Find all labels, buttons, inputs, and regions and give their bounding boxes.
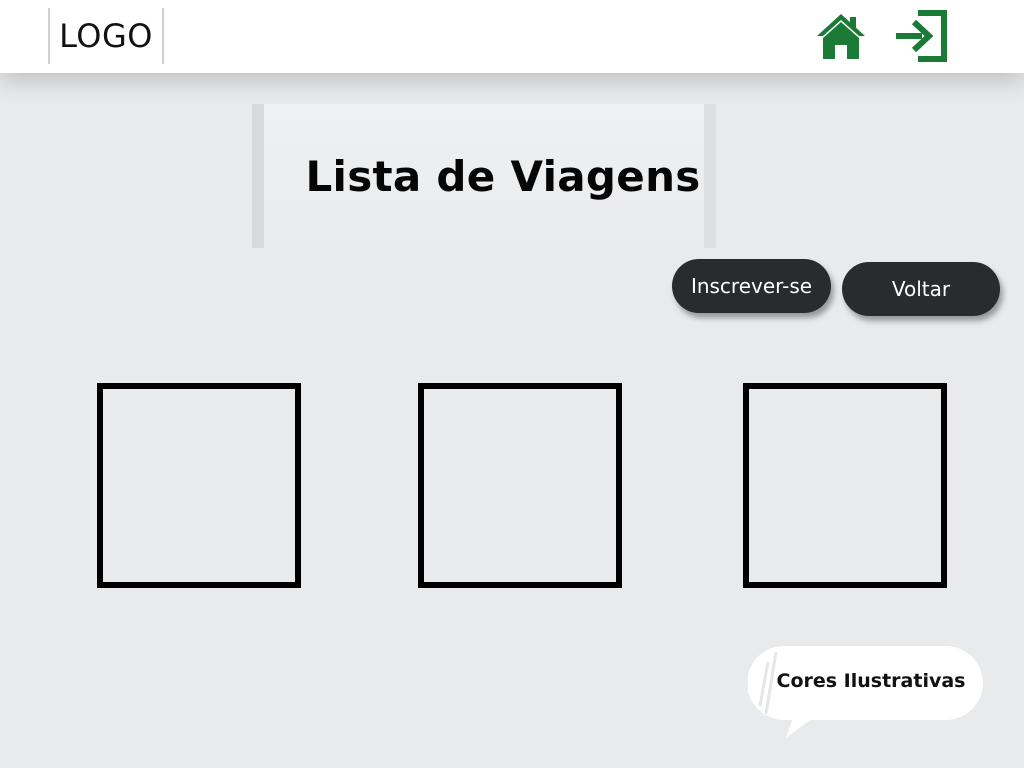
illustrative-colors-note: Cores Ilustrativas [748, 644, 984, 740]
home-icon [817, 14, 865, 59]
page: LOGO Lista de Viagens Inscrever-se Volta… [0, 0, 1024, 768]
sign-in-button[interactable] [894, 9, 950, 63]
trip-card[interactable] [97, 383, 301, 588]
trip-card[interactable] [743, 383, 947, 588]
top-header: LOGO [0, 0, 1024, 73]
home-button[interactable] [815, 11, 867, 61]
back-button[interactable]: Voltar [842, 262, 1000, 316]
note-text: Cores Ilustrativas [776, 670, 966, 692]
sign-in-arrow-icon [896, 10, 947, 62]
trip-card[interactable] [418, 383, 622, 588]
title-panel: Lista de Viagens [252, 104, 716, 248]
logo[interactable]: LOGO [48, 8, 164, 64]
page-title: Lista de Viagens [305, 151, 701, 201]
enroll-button[interactable]: Inscrever-se [672, 259, 831, 313]
